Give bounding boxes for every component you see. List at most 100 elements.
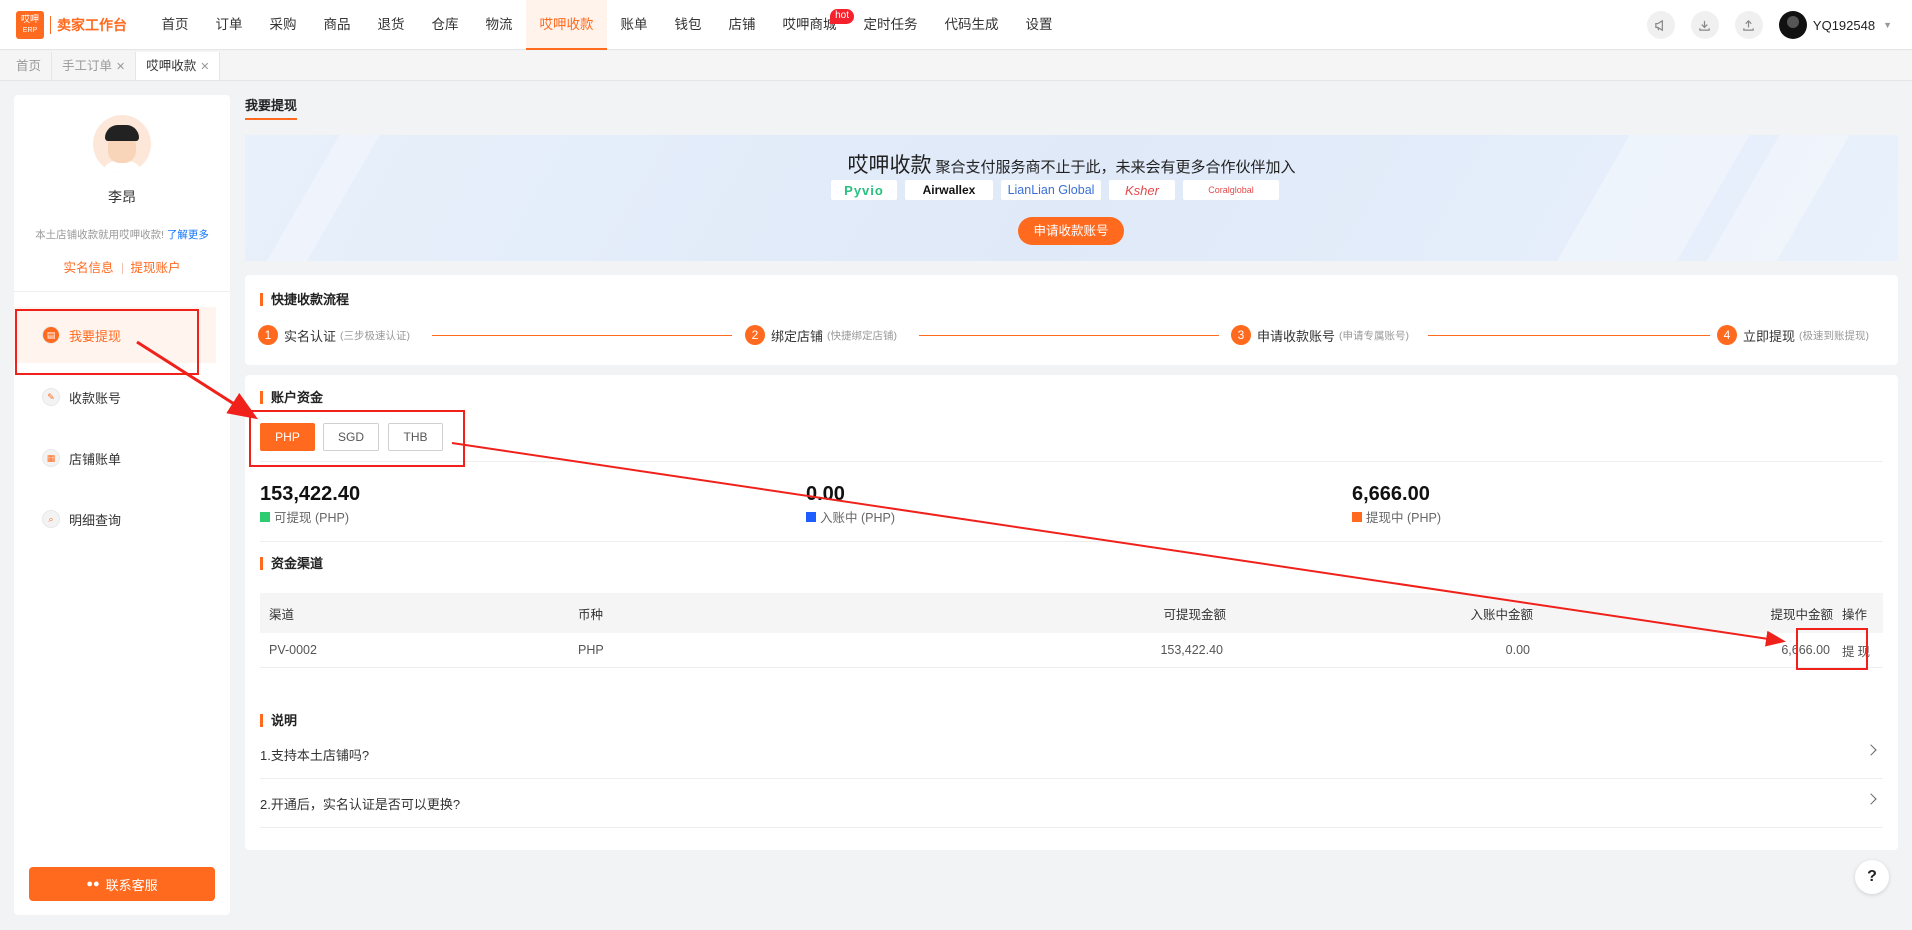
nav-item-payments[interactable]: 哎呷收款: [526, 0, 607, 50]
profile-desc-text: 本土店铺收款就用哎呷收款!: [35, 229, 164, 241]
nav-item-orders[interactable]: 订单: [202, 0, 256, 50]
account-icon: ✎: [42, 388, 60, 406]
step-label: 实名认证: [284, 328, 337, 344]
nav-item-returns[interactable]: 退货: [364, 0, 418, 50]
contact-support-button[interactable]: ●● 联系客服: [29, 867, 215, 901]
nav-item-purchase[interactable]: 采购: [256, 0, 310, 50]
chevron-right-icon: [1865, 744, 1877, 756]
table-row: PV-0002 PHP 153,422.40 0.00 6,666.00 提现: [260, 633, 1883, 668]
link-divider: [121, 263, 123, 275]
column-header: 可提现金额: [1163, 607, 1226, 622]
download-icon[interactable]: [1690, 11, 1719, 39]
withdrawing-label: 提现中 (PHP): [1352, 507, 1441, 526]
nav-item-mall-label: 哎呷商城: [782, 16, 837, 32]
avatar: [93, 115, 151, 173]
tab-label: 首页: [16, 59, 42, 73]
step-sublabel: (极速到账提现): [1799, 329, 1870, 342]
nav-item-wallet[interactable]: 钱包: [661, 0, 715, 50]
close-icon[interactable]: ✕: [116, 61, 125, 73]
pending-label: 入账中 (PHP): [806, 507, 895, 526]
faq-item[interactable]: 1.支持本土店铺吗?: [260, 730, 1883, 779]
help-button[interactable]: ?: [1855, 860, 1889, 894]
step-number: 1: [258, 325, 278, 345]
partner-logos: Pyvio Airwallex LianLian Global Ksher Co…: [831, 180, 1287, 200]
nav-item-mall[interactable]: 哎呷商城 hot: [769, 0, 854, 50]
banner-title-main: 哎呷收款: [847, 154, 932, 177]
tab-label: 哎呷收款: [146, 59, 197, 73]
cell-currency: PHP: [578, 643, 604, 657]
app-logo[interactable]: 哎呷 ERP 卖家工作台: [16, 10, 148, 39]
nav-item-logistics[interactable]: 物流: [472, 0, 526, 50]
chevron-right-icon: [1865, 793, 1877, 805]
search-doc-icon: ⌕: [42, 510, 60, 528]
flow-step-1: 1 实名认证 (三步极速认证): [258, 325, 410, 345]
sidebar-item-label: 店铺账单: [69, 451, 122, 467]
flow-card: 快捷收款流程 1 实名认证 (三步极速认证) 2 绑定店铺 (快捷绑定店铺) 3…: [245, 275, 1898, 365]
step-number: 3: [1231, 325, 1251, 345]
tab-home[interactable]: 首页: [6, 52, 53, 80]
sidebar-item-detail-query[interactable]: ⌕ 明细查询: [14, 491, 216, 547]
announcement-icon[interactable]: [1646, 11, 1675, 39]
annotation-box-withdraw-menu: [15, 309, 199, 375]
logo-icon: 哎呷 ERP: [16, 10, 44, 39]
nav-item-shops[interactable]: 店铺: [715, 0, 769, 50]
nav-item-scheduled-tasks[interactable]: 定时任务: [850, 0, 931, 50]
channels-table-header: 渠道 币种 可提现金额 入账中金额 提现中金额 操作: [260, 593, 1883, 633]
page-title-tab[interactable]: 我要提现: [245, 95, 298, 120]
step-sublabel: (三步极速认证): [340, 329, 411, 342]
tab-label: 手工订单: [62, 59, 113, 73]
flow-step-4: 4 立即提现 (极速到账提现): [1717, 325, 1869, 345]
withdraw-account-link[interactable]: 提现账户: [131, 261, 181, 275]
nav-item-settings[interactable]: 设置: [1012, 0, 1066, 50]
partner-logo-coralglobal: Coralglobal: [1183, 180, 1279, 200]
column-header: 提现中金额: [1770, 607, 1833, 622]
step-label: 绑定店铺: [771, 328, 824, 344]
available-label-text: 可提现 (PHP): [274, 511, 350, 525]
partner-logo-lianlian: LianLian Global: [1001, 180, 1101, 200]
apply-account-button[interactable]: 申请收款账号: [1018, 217, 1124, 245]
funds-section-title: 账户资金: [260, 391, 323, 404]
nav-menu: 首页 订单 采购 商品 退货 仓库 物流 哎呷收款 账单 钱包 店铺 哎呷商城 …: [148, 0, 1066, 50]
sidebar-item-label: 收款账号: [69, 390, 122, 406]
banner-title-sub: 聚合支付服务商不止于此，未来会有更多合作伙伴加入: [935, 159, 1296, 176]
logo-small-text: 哎呷: [20, 13, 39, 24]
nav-item-bills[interactable]: 账单: [607, 0, 661, 50]
bill-icon: ▦: [42, 449, 60, 467]
contact-support-label: 联系客服: [105, 877, 158, 893]
user-name[interactable]: YQ192548: [1813, 18, 1875, 33]
step-label: 申请收款账号: [1257, 328, 1336, 344]
legend-dot: [260, 511, 270, 522]
column-header: 渠道: [269, 607, 295, 622]
app-title: 卖家工作台: [57, 16, 127, 33]
cell-pending: 0.00: [1505, 643, 1530, 657]
close-icon[interactable]: ✕: [200, 61, 209, 73]
profile-name: 李昂: [108, 189, 136, 205]
withdrawing-amount: 6,666.00: [1352, 483, 1430, 505]
nav-item-products[interactable]: 商品: [310, 0, 364, 50]
partner-logo-pyvio: Pyvio: [831, 180, 897, 200]
divider: [260, 541, 1883, 542]
faq-item[interactable]: 2.开通后，实名认证是否可以更换?: [260, 779, 1883, 828]
upload-icon[interactable]: [1734, 11, 1763, 39]
logo-tag: ERP: [22, 26, 38, 34]
learn-more-link[interactable]: 了解更多: [167, 229, 209, 241]
annotation-box-currency: [249, 410, 465, 467]
avatar-hair: [105, 125, 139, 141]
realname-info-link[interactable]: 实名信息: [63, 261, 113, 275]
step-sublabel: (申请专属账号): [1339, 329, 1410, 342]
column-header: 币种: [578, 607, 604, 622]
nav-item-home[interactable]: 首页: [148, 0, 202, 50]
sidebar-item-shop-bills[interactable]: ▦ 店铺账单: [14, 430, 216, 486]
step-number: 4: [1717, 325, 1737, 345]
tab-payments[interactable]: 哎呷收款 ✕: [136, 52, 221, 80]
faq-question: 2.开通后，实名认证是否可以更换?: [260, 796, 461, 812]
sidebar-item-collection-account[interactable]: ✎ 收款账号: [14, 369, 216, 425]
nav-item-codegen[interactable]: 代码生成: [931, 0, 1012, 50]
legend-dot: [806, 511, 816, 522]
column-header: 入账中金额: [1470, 607, 1533, 622]
tab-manual-orders[interactable]: 手工订单 ✕: [52, 52, 137, 80]
step-label: 立即提现: [1743, 328, 1796, 344]
user-avatar[interactable]: [1778, 11, 1807, 39]
chevron-down-icon[interactable]: ▼: [1883, 20, 1892, 30]
nav-item-warehouse[interactable]: 仓库: [418, 0, 472, 50]
